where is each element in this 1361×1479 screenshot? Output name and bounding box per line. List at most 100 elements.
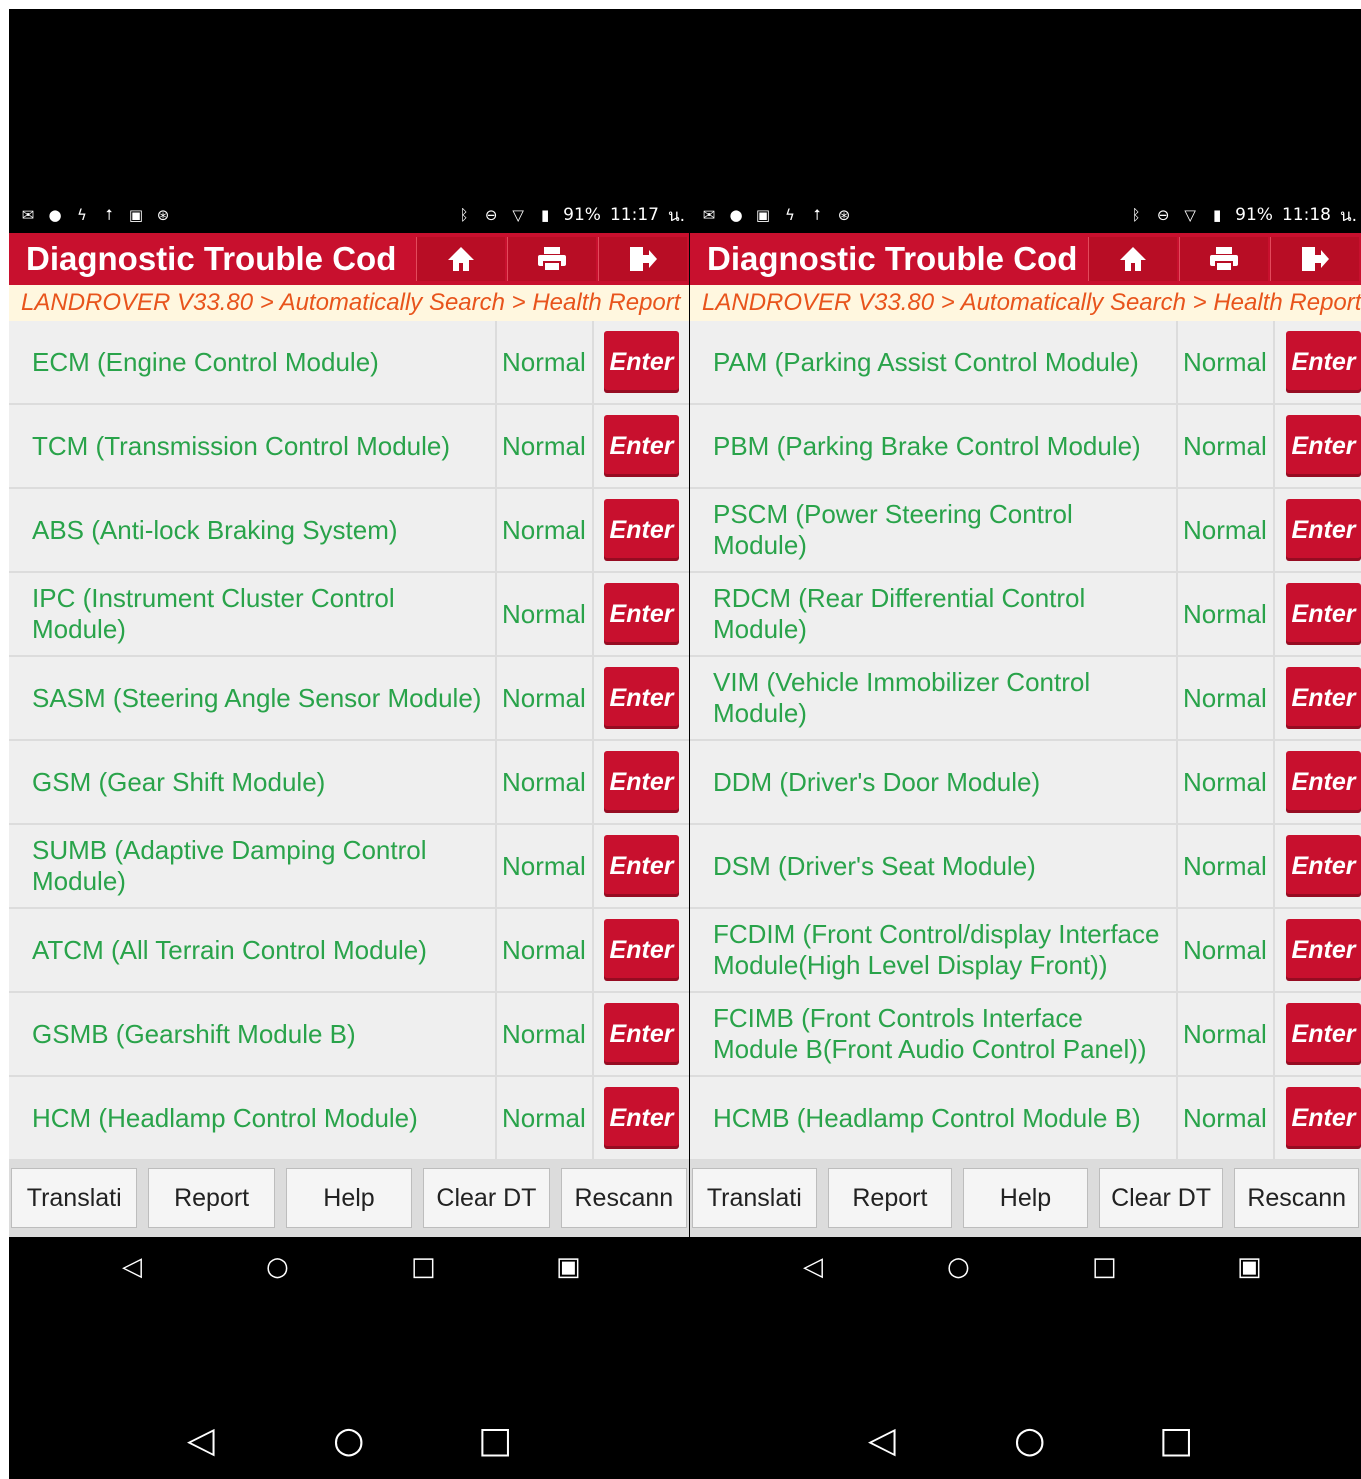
module-status: Normal — [1178, 825, 1273, 907]
enter-button[interactable]: Enter — [1286, 667, 1361, 729]
module-status: Normal — [497, 657, 592, 739]
mail-icon: ✉ — [702, 206, 716, 224]
help-button[interactable]: Help — [963, 1168, 1088, 1228]
home-button[interactable] — [1088, 237, 1177, 281]
recents-icon[interactable]: □ — [1159, 1420, 1193, 1461]
clock: 11:17 — [609, 205, 659, 225]
stethoscope-icon: ϟ — [77, 206, 87, 224]
module-row: ECM (Engine Control Module) Normal Enter — [9, 321, 689, 403]
module-row: HCMB (Headlamp Control Module B) Normal En… — [690, 1077, 1361, 1159]
enter-button[interactable]: Enter — [604, 919, 679, 981]
screenshot-icon[interactable]: ▣ — [556, 1252, 581, 1282]
enter-button[interactable]: Enter — [1286, 583, 1361, 645]
module-name: RDCM (Rear Differential Control Module) — [690, 573, 1176, 655]
enter-button[interactable]: Enter — [604, 751, 679, 813]
module-name: GSMB (Gearshift Module B) — [9, 993, 495, 1075]
module-name: VIM (Vehicle Immobilizer Control Module) — [690, 657, 1176, 739]
report-button[interactable]: Report — [827, 1168, 953, 1228]
enter-button[interactable]: Enter — [604, 499, 679, 561]
translate-button[interactable]: Translati — [11, 1168, 138, 1228]
image-icon: ▣ — [128, 206, 144, 224]
enter-button[interactable]: Enter — [604, 1003, 679, 1065]
back-icon[interactable]: ◁ — [122, 1252, 142, 1282]
enter-button[interactable]: Enter — [1286, 835, 1361, 897]
report-button[interactable]: Report — [148, 1168, 275, 1228]
stethoscope-icon: ϟ — [785, 206, 795, 224]
back-icon[interactable]: ◁ — [187, 1420, 215, 1461]
enter-button[interactable]: Enter — [604, 331, 679, 393]
chat-icon: ● — [729, 206, 743, 224]
module-row: TCM (Transmission Control Module) Normal E… — [9, 405, 689, 487]
module-status: Normal — [1178, 741, 1273, 823]
enter-button[interactable]: Enter — [604, 583, 679, 645]
module-status: Normal — [1178, 573, 1273, 655]
recents-icon[interactable]: □ — [478, 1420, 512, 1461]
page-title: Diagnostic Trouble Cod — [707, 240, 1078, 277]
home-circle-icon[interactable]: ○ — [1014, 1420, 1045, 1461]
module-status: Normal — [497, 489, 592, 571]
module-row: ABS (Anti-lock Braking System) Normal Ente… — [9, 489, 689, 571]
home-button[interactable] — [416, 237, 505, 281]
module-row: PBM (Parking Brake Control Module) Normal… — [690, 405, 1361, 487]
exit-button[interactable] — [1270, 237, 1359, 281]
module-row: FCIMB (Front Controls Interface Module B… — [690, 993, 1361, 1075]
screen-right: ✉ ● ▣ ϟ ⭡ ⊛ ᛒ ⊖ ▽ ▮ 91% 11:18 น. Diagnos… — [690, 197, 1361, 1337]
home-circle-icon[interactable]: ○ — [947, 1252, 970, 1282]
module-name: SUMB (Adaptive Damping Control Module) — [9, 825, 495, 907]
exit-button[interactable] — [598, 237, 687, 281]
enter-button[interactable]: Enter — [604, 1087, 679, 1149]
module-row: GSMB (Gearshift Module B) Normal Enter — [9, 993, 689, 1075]
enter-button[interactable]: Enter — [604, 667, 679, 729]
module-status: Normal — [1178, 993, 1273, 1075]
back-icon[interactable]: ◁ — [803, 1252, 823, 1282]
recents-icon[interactable]: □ — [411, 1252, 436, 1282]
module-name: HCM (Headlamp Control Module) — [9, 1077, 495, 1159]
module-name: TCM (Transmission Control Module) — [9, 405, 495, 487]
page-title: Diagnostic Trouble Cod — [26, 240, 397, 277]
enter-button[interactable]: Enter — [604, 415, 679, 477]
enter-button[interactable]: Enter — [1286, 415, 1361, 477]
screenshot-icon[interactable]: ▣ — [1237, 1252, 1262, 1282]
clear-dtc-button[interactable]: Clear DT — [1098, 1168, 1224, 1228]
module-name: DSM (Driver's Seat Module) — [690, 825, 1176, 907]
recents-icon[interactable]: □ — [1092, 1252, 1117, 1282]
breadcrumb: LANDROVER V33.80 > Automatically Search … — [690, 285, 1361, 321]
module-name: HCMB (Headlamp Control Module B) — [690, 1077, 1176, 1159]
rescan-button[interactable]: Rescann — [560, 1168, 688, 1228]
module-name: FCDIM (Front Control/display Interface M… — [690, 909, 1176, 991]
mail-icon: ✉ — [21, 206, 35, 224]
module-row: FCDIM (Front Control/display Interface M… — [690, 909, 1361, 991]
bluetooth-icon: ᛒ — [1131, 206, 1141, 224]
module-status: Normal — [1178, 405, 1273, 487]
print-button[interactable] — [1179, 237, 1268, 281]
enter-button[interactable]: Enter — [1286, 331, 1361, 393]
app-nav-bar: ◁ ○ □ ▣ — [690, 1237, 1361, 1297]
enter-button[interactable]: Enter — [1286, 1003, 1361, 1065]
enter-button[interactable]: Enter — [1286, 919, 1361, 981]
enter-button[interactable]: Enter — [1286, 751, 1361, 813]
chat-icon: ● — [48, 206, 62, 224]
module-name: FCIMB (Front Controls Interface Module B… — [690, 993, 1176, 1075]
enter-button[interactable]: Enter — [604, 835, 679, 897]
clock-suffix: น. — [667, 205, 685, 226]
home-circle-icon[interactable]: ○ — [333, 1420, 364, 1461]
module-name: DDM (Driver's Door Module) — [690, 741, 1176, 823]
print-button[interactable] — [507, 237, 596, 281]
enter-button[interactable]: Enter — [1286, 499, 1361, 561]
home-circle-icon[interactable]: ○ — [266, 1252, 289, 1282]
system-nav-bar-left: ◁ ○ □ — [9, 1415, 689, 1475]
back-icon[interactable]: ◁ — [868, 1420, 896, 1461]
module-status: Normal — [1178, 321, 1273, 403]
bluetooth-icon: ᛒ — [459, 206, 469, 224]
enter-button[interactable]: Enter — [1286, 1087, 1361, 1149]
breadcrumb: LANDROVER V33.80 > Automatically Search … — [9, 285, 689, 321]
battery-icon: ▮ — [541, 206, 550, 224]
module-row: DDM (Driver's Door Module) Normal Enter — [690, 741, 1361, 823]
module-status: Normal — [497, 909, 592, 991]
status-bar: ✉ ● ϟ ⭡ ▣ ⊛ ᛒ ⊖ ▽ ▮ 91% 11:17 น. — [9, 197, 689, 233]
translate-button[interactable]: Translati — [692, 1168, 817, 1228]
rescan-button[interactable]: Rescann — [1234, 1168, 1359, 1228]
clear-dtc-button[interactable]: Clear DT — [423, 1168, 550, 1228]
wifi-icon: ▽ — [1184, 206, 1196, 224]
help-button[interactable]: Help — [285, 1168, 413, 1228]
